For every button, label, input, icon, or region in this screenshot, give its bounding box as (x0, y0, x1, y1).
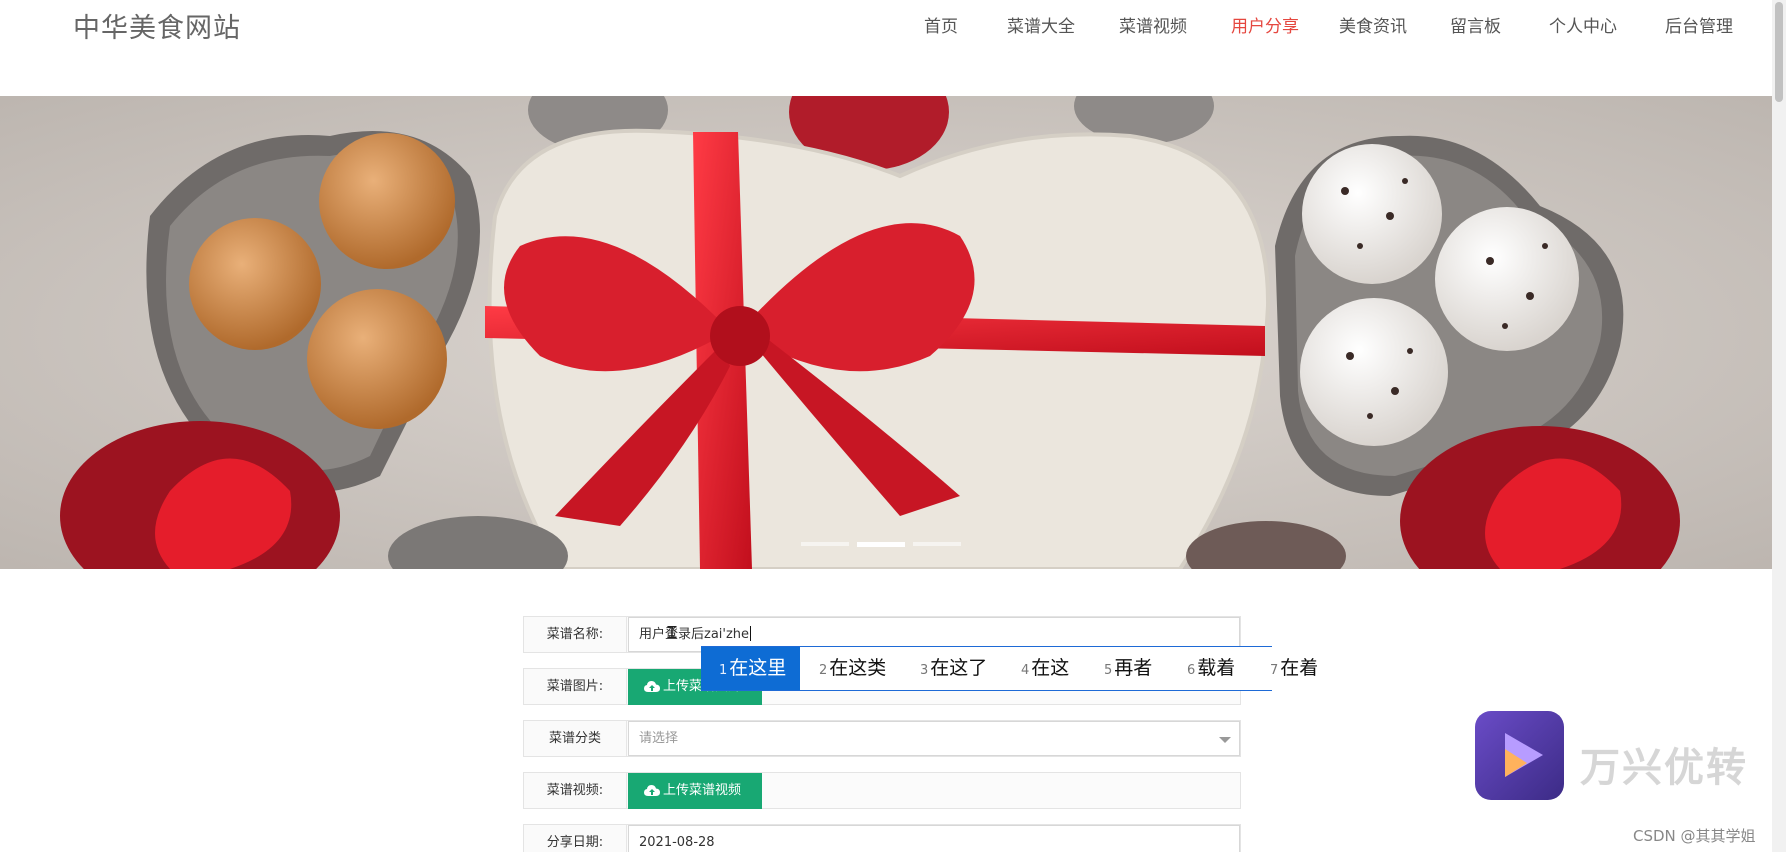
cloud-upload-icon (644, 681, 660, 692)
watermark-brand: 万兴优转 (1580, 745, 1748, 791)
nav-user-share[interactable]: 用户分享 (1231, 12, 1299, 37)
ime-candidate-1[interactable]: 1 在这里 (701, 647, 801, 690)
carousel-dot-2[interactable] (857, 542, 905, 547)
scrollbar-thumb[interactable] (1775, 2, 1783, 102)
site-header: 中华美食网站 首页 菜谱大全 菜谱视频 用户分享 美食资讯 留言板 个人中心 后… (0, 0, 1772, 96)
carousel-dot-1[interactable] (801, 542, 849, 546)
recipe-name-value: 用户登录后zai'zhe (639, 627, 750, 642)
nav-recipe-videos[interactable]: 菜谱视频 (1119, 12, 1187, 37)
recipe-category-label: 菜谱分类 (524, 721, 627, 756)
ime-candidate-6[interactable]: 6 载着 (1187, 647, 1235, 690)
ime-candidate-3[interactable]: 3 在这了 (920, 647, 987, 690)
main-nav: 首页 菜谱大全 菜谱视频 用户分享 美食资讯 留言板 个人中心 后台管理 (0, 12, 1772, 42)
carousel-dot-3[interactable] (913, 542, 961, 546)
recipe-category-select[interactable]: 请选择 (628, 721, 1240, 756)
nav-personal-center[interactable]: 个人中心 (1549, 12, 1617, 37)
wondershare-logo-icon (1475, 711, 1564, 800)
nav-recipes[interactable]: 菜谱大全 (1007, 12, 1075, 37)
ime-candidate-2[interactable]: 2 在这类 (819, 647, 886, 690)
hero-carousel[interactable] (0, 96, 1772, 569)
nav-message-board[interactable]: 留言板 (1450, 12, 1501, 37)
share-date-label: 分享日期: (524, 825, 627, 852)
category-placeholder: 请选择 (639, 731, 679, 746)
carousel-indicators (801, 542, 961, 550)
share-date-row: 分享日期: 2021-08-28 (523, 824, 1241, 852)
play-triangle-icon (1505, 733, 1543, 777)
upload-video-button[interactable]: 上传菜谱视频 (628, 773, 762, 809)
csdn-credit: CSDN @其其学姐 (1633, 827, 1756, 845)
ime-candidate-4[interactable]: 4 在这 (1021, 647, 1069, 690)
recipe-video-row: 菜谱视频: 上传菜谱视频 (523, 772, 1241, 809)
recipe-category-row: 菜谱分类 请选择 (523, 720, 1241, 757)
cloud-upload-icon (644, 785, 660, 796)
banner-image (0, 96, 1772, 569)
ime-candidate-5[interactable]: 5 再者 (1104, 647, 1152, 690)
ibeam-cursor-icon: Ꮖ (667, 623, 678, 642)
recipe-image-label: 菜谱图片: (524, 669, 627, 704)
page-scrollbar[interactable] (1772, 0, 1786, 852)
recipe-name-label: 菜谱名称: (524, 617, 627, 652)
text-caret (750, 626, 752, 641)
nav-admin[interactable]: 后台管理 (1665, 12, 1733, 37)
nav-food-news[interactable]: 美食资讯 (1339, 12, 1407, 37)
chevron-down-icon (1219, 737, 1231, 743)
nav-home[interactable]: 首页 (924, 12, 958, 37)
recipe-video-label: 菜谱视频: (524, 773, 627, 808)
upload-video-label: 上传菜谱视频 (663, 783, 742, 798)
ime-candidate-7[interactable]: 7 在着 (1270, 647, 1318, 690)
share-date-input[interactable]: 2021-08-28 (628, 825, 1240, 852)
ime-candidate-bar: 1 在这里 2 在这类 3 在这了 4 在这 5 再者 6 载着 7 在着 (701, 646, 1318, 691)
